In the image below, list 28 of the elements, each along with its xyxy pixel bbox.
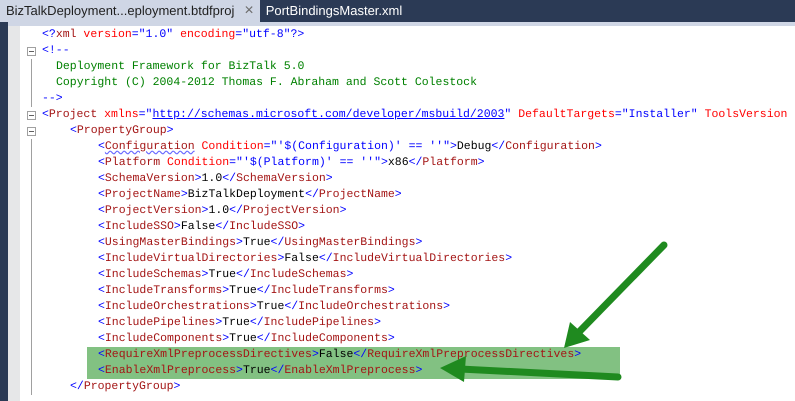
code-line: --> (42, 91, 63, 107)
code-line: <IncludeTransforms>True</IncludeTransforms> (98, 283, 395, 299)
code-line: <IncludeSSO>False</IncludeSSO> (98, 219, 306, 235)
code-line: <IncludeOrchestrations>True</IncludeOrchestrations> (98, 299, 450, 315)
code-line: <IncludeVirtualDirectories>False</IncludeVirtualDirectories> (98, 251, 512, 267)
code-line: <SchemaVersion>1.0</SchemaVersion> (98, 171, 333, 187)
code-line: <UsingMasterBindings>True</UsingMasterBindings> (98, 235, 422, 251)
file-tab[interactable]: BizTalkDeployment...eployment.btdfproj × (0, 0, 260, 22)
code-line: <PropertyGroup> (70, 123, 174, 139)
code-line: Deployment Framework for BizTalk 5.0 (56, 59, 304, 75)
code-line: </PropertyGroup> (70, 379, 180, 395)
code-line: <IncludeComponents>True</IncludeComponents> (98, 331, 395, 347)
file-tab[interactable]: PortBindingsMaster.xml (260, 0, 408, 22)
collapse-icon[interactable] (27, 127, 36, 136)
code-line: <Project xmlns="http://schemas.microsoft.com/developer/msbuild/2003" DefaultTargets="Installer" ToolsVersion (42, 107, 788, 123)
code-line: <IncludeSchemas>True</IncludeSchemas> (98, 267, 354, 283)
code-line: <Configuration Condition="'$(Configuration)' == ''">Debug</Configuration> (98, 139, 602, 155)
code-line: <!-- (42, 43, 70, 59)
code-editor[interactable] (20, 26, 795, 401)
code-line: Copyright (C) 2004-2012 Thomas F. Abraham and Scott Colestock (56, 75, 477, 91)
code-line: <ProjectName>BizTalkDeployment</ProjectName> (98, 187, 402, 203)
code-line: <IncludePipelines>True</IncludePipelines> (98, 315, 381, 331)
code-line: <ProjectVersion>1.0</ProjectVersion> (98, 203, 346, 219)
collapse-icon[interactable] (27, 47, 36, 56)
close-icon[interactable]: × (244, 3, 254, 19)
code-line: <?xml version="1.0" encoding="utf-8"?> (42, 27, 304, 43)
collapse-icon[interactable] (27, 111, 36, 120)
code-line: <Platform Condition="'$(Platform)' == ''">x86</Platform> (98, 155, 485, 171)
